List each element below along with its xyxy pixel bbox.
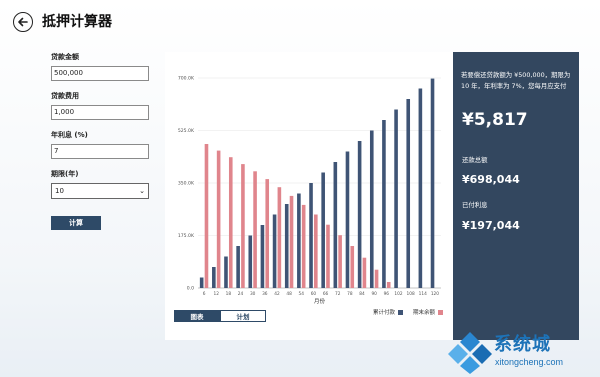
x-tick-label: 96 — [384, 291, 390, 297]
x-tick-label: 6 — [203, 291, 206, 297]
back-button[interactable] — [13, 12, 33, 32]
bar-ending-balance — [277, 187, 282, 288]
watermark-url: xitongcheng.com — [495, 357, 564, 367]
bar-cumulative-paid — [224, 256, 228, 288]
bar-cumulative-paid — [272, 214, 277, 288]
y-tick-label: 0.0 — [187, 286, 194, 292]
result-description: 若要偿还贷款额为 ¥500,000，期限为 10 年，年利率为 7%，您每月应支… — [461, 71, 571, 90]
bar-cumulative-paid — [236, 246, 240, 288]
y-tick-label: 175.0K — [178, 233, 195, 239]
page-title: 抵押计算器 — [42, 14, 112, 30]
x-tick-label: 54 — [299, 291, 305, 297]
bar-ending-balance — [265, 179, 270, 288]
x-tick-label: 12 — [213, 291, 219, 297]
bar-cumulative-paid — [297, 193, 301, 288]
bar-ending-balance — [338, 235, 342, 288]
watermark: 系统城 xitongcheng.com — [445, 328, 600, 377]
mortgage-chart: 0.0 175.0K 350.0K 525.0K 700.0K 6 12 18 24 30 36 42… — [178, 76, 441, 305]
chart-card: 0.0 175.0K 350.0K 525.0K 700.0K 6 12 18 24 30 36 42… — [165, 52, 453, 340]
bar-cumulative-paid — [248, 235, 253, 288]
loan-amount-input[interactable]: 500,000 — [51, 66, 149, 81]
bar-ending-balance — [386, 282, 391, 288]
tab-chart[interactable]: 图表 — [174, 310, 220, 322]
x-tick-label: 72 — [335, 291, 341, 297]
result-panel: 若要偿还贷款额为 ¥500,000，期限为 10 年，年利率为 7%，您每月应支… — [453, 52, 579, 340]
loan-amount-label: 贷款金额 — [51, 53, 79, 61]
loan-term-select[interactable]: 10 ⌄ — [51, 183, 149, 199]
y-tick-label: 350.0K — [178, 181, 195, 187]
bar-ending-balance — [289, 195, 294, 288]
x-tick-label: 90 — [371, 291, 377, 297]
bar-cumulative-paid — [345, 151, 350, 288]
x-tick-label: 102 — [394, 291, 402, 297]
bar-ending-balance — [228, 157, 233, 288]
x-tick-label: 36 — [262, 291, 268, 297]
x-tick-label: 114 — [419, 291, 427, 297]
bar-cumulative-paid — [212, 267, 216, 288]
bar-cumulative-paid — [382, 120, 386, 288]
bar-ending-balance — [362, 257, 367, 288]
loan-fee-input[interactable]: 1,000 — [51, 105, 149, 120]
y-tick-label: 525.0K — [178, 128, 195, 134]
loan-term-value: 10 — [55, 187, 64, 195]
legend-swatch-paid — [397, 309, 403, 315]
interest-rate-input[interactable]: 7 — [51, 144, 149, 159]
bar-cumulative-paid — [430, 78, 435, 289]
view-tabs: 图表 计划 — [174, 310, 266, 322]
x-tick-label: 18 — [226, 291, 232, 297]
total-payment-value: ¥698,044 — [462, 173, 520, 186]
x-tick-label: 84 — [359, 291, 365, 297]
bar-cumulative-paid — [418, 88, 423, 288]
x-tick-label: 48 — [286, 291, 292, 297]
bar-cumulative-paid — [309, 183, 313, 288]
bar-ending-balance — [241, 164, 245, 288]
x-tick-label: 24 — [238, 291, 244, 297]
interest-paid-label: 已付利息 — [462, 201, 488, 209]
bar-cumulative-paid — [369, 130, 374, 288]
interest-rate-label: 年利息 (%) — [51, 131, 88, 139]
x-tick-label: 78 — [347, 291, 353, 297]
x-tick-label: 120 — [431, 291, 439, 297]
bar-cumulative-paid — [321, 172, 325, 288]
bar-cumulative-paid — [406, 99, 411, 288]
bar-cumulative-paid — [260, 225, 265, 288]
x-axis-label: 月份 — [314, 297, 326, 305]
arrow-left-icon — [18, 17, 28, 27]
bar-ending-balance — [301, 204, 306, 288]
legend-swatch-balance — [438, 309, 443, 315]
x-tick-label: 66 — [323, 291, 329, 297]
bar-cumulative-paid — [333, 162, 338, 288]
watermark-text: 系统城 — [494, 334, 551, 355]
bar-ending-balance — [314, 214, 318, 288]
bar-ending-balance — [204, 144, 209, 288]
bar-ending-balance — [374, 269, 379, 288]
chart-legend: 累计付款 期末余额 — [373, 308, 443, 316]
x-tick-label: 60 — [311, 291, 317, 297]
chevron-down-icon: ⌄ — [139, 187, 145, 195]
bar-ending-balance — [216, 150, 221, 288]
bar-ending-balance — [326, 224, 330, 288]
total-payment-label: 还款总额 — [462, 156, 488, 164]
loan-form: 贷款金额 500,000 贷款费用 1,000 年利息 (%) 7 期限(年) … — [51, 52, 151, 199]
bar-cumulative-paid — [284, 204, 289, 288]
bar-cumulative-paid — [357, 141, 362, 288]
bar-ending-balance — [350, 246, 355, 288]
x-tick-label: 108 — [407, 291, 415, 297]
legend-label-paid: 累计付款 — [372, 310, 395, 316]
monthly-payment-value: ¥5,817 — [462, 110, 528, 130]
x-tick-label: 42 — [274, 291, 280, 297]
legend-label-balance: 期末余额 — [412, 310, 435, 316]
interest-paid-value: ¥197,044 — [462, 219, 520, 232]
loan-fee-label: 贷款费用 — [51, 92, 79, 100]
loan-term-label: 期限(年) — [51, 170, 79, 178]
bar-ending-balance — [253, 171, 257, 288]
bar-cumulative-paid — [394, 109, 398, 288]
bar-cumulative-paid — [199, 277, 204, 288]
y-tick-label: 700.0K — [178, 76, 195, 82]
watermark-logo-icon — [448, 332, 492, 374]
calculate-button[interactable]: 计算 — [51, 216, 101, 230]
x-tick-label: 30 — [250, 291, 256, 297]
tab-schedule[interactable]: 计划 — [220, 310, 266, 322]
